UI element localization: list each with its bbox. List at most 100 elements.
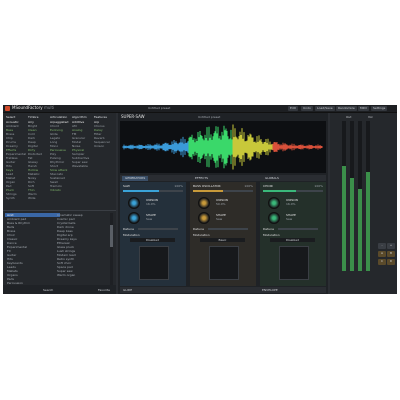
preset-browser: Select Timbre Articulation Algorithm Fea… xyxy=(3,113,116,294)
logo-icon xyxy=(5,106,10,111)
modulation-label: Modulation xyxy=(193,233,210,237)
favorite-button[interactable]: Favorite xyxy=(98,288,110,292)
detune-label: Detune xyxy=(123,227,134,231)
modulation-dropdown[interactable]: Disabled xyxy=(130,238,175,242)
tab-generators[interactable]: GENERATORS xyxy=(122,176,149,181)
side-button[interactable]: D xyxy=(387,259,395,265)
generator-panel: SAW 100% UNISON 16.0% SHAPE Saw Detune Modulati… xyxy=(120,182,186,286)
generator-panel: CHOIR 100% UNISON 16.0% SHAPE Saw Detune Modula… xyxy=(260,182,326,286)
modulation-dropdown[interactable]: Basic xyxy=(200,238,245,242)
output-section: Out Vol - + A B C D xyxy=(330,113,397,294)
column-header[interactable]: Select xyxy=(6,115,15,119)
toolbar-edit-button[interactable]: Edit xyxy=(288,106,298,111)
out-label: Out xyxy=(346,115,352,119)
instrument-title: SUPER-SAW xyxy=(121,114,145,119)
browser-divider xyxy=(3,210,116,211)
level-slider[interactable] xyxy=(123,190,183,192)
side-button[interactable]: A xyxy=(378,251,386,257)
filter-column-timbre: Airy Bright Clean Cold Dark Deep Digital Dirty D… xyxy=(28,120,50,200)
detune-label: Detune xyxy=(263,227,274,231)
scrollbar-thumb[interactable] xyxy=(110,225,113,247)
detune-slider[interactable] xyxy=(138,228,178,230)
panel-level: 100% xyxy=(244,184,253,188)
column-header[interactable]: Timbre xyxy=(28,115,38,119)
slider-fill xyxy=(193,190,223,192)
filter-column-select: Acoustic Ambient Bass Brass Chip Drums Dreamy E… xyxy=(6,120,28,200)
level-meter xyxy=(366,121,370,271)
app-brand: MSoundFactory multi xyxy=(12,106,54,110)
knob[interactable] xyxy=(268,197,280,209)
knob-value: Saw xyxy=(286,217,293,221)
knob[interactable] xyxy=(198,212,210,224)
panel-title: CHOIR xyxy=(263,184,273,188)
envelope-label[interactable]: ENVELOPE xyxy=(262,288,278,292)
side-button[interactable]: C xyxy=(378,259,386,265)
filter-column-features: Arp Chorus Delay Filter Reverb Sequencer Uniso… xyxy=(94,120,116,148)
top-toolbar: MSoundFactory multi Untitled preset Edit… xyxy=(3,105,397,113)
toolbar-undo-button[interactable]: Undo xyxy=(301,106,313,111)
app-window: MSoundFactory multi Untitled preset Edit… xyxy=(3,105,397,294)
filter-item[interactable]: Synth xyxy=(6,196,28,200)
detune-slider[interactable] xyxy=(208,228,248,230)
vol-label: Vol xyxy=(368,115,373,119)
knob[interactable] xyxy=(268,212,280,224)
generator-panel: BASS OSCILLATOR 100% UNISON 50.0% SHAPE Saw De… xyxy=(190,182,256,286)
panel-title: SAW xyxy=(123,184,130,188)
tab-globals[interactable]: GLOBALS xyxy=(262,176,282,181)
instrument-subtitle: Untitled preset xyxy=(198,115,221,119)
filter-column-articulation: Arpeggiated Chord Evolving Glide Legato Long M… xyxy=(50,120,72,192)
level-slider[interactable] xyxy=(263,190,323,192)
detune-slider[interactable] xyxy=(278,228,318,230)
knob-value: 16.0% xyxy=(286,202,296,206)
detune-label: Detune xyxy=(193,227,204,231)
side-button[interactable]: B xyxy=(387,251,395,257)
meter-level xyxy=(358,188,362,271)
knob-value: Saw xyxy=(216,217,223,221)
knob-value: 16.0% xyxy=(146,202,156,206)
meter-level xyxy=(366,172,370,271)
envelope-preview xyxy=(209,246,239,280)
preset-title[interactable]: Untitled preset xyxy=(148,106,170,111)
knob-value: 50.0% xyxy=(216,202,226,206)
slider-fill xyxy=(123,190,159,192)
modulation-label: Modulation xyxy=(123,233,140,237)
envelope-preview xyxy=(139,246,169,280)
toolbar-save-button[interactable]: Load/Save xyxy=(315,106,335,111)
level-meter xyxy=(358,121,362,271)
filter-item[interactable]: Wide xyxy=(28,196,50,200)
synth-editor: SUPER-SAW Untitled preset GENERATORS EFF… xyxy=(118,113,328,294)
panel-level: 100% xyxy=(314,184,323,188)
filter-item[interactable]: Wavetable xyxy=(72,164,94,168)
editor-footer: GLIDE ENVELOPE xyxy=(120,287,326,293)
brand-sub: multi xyxy=(43,105,55,110)
side-button[interactable]: + xyxy=(387,243,395,249)
preset-scrollbar[interactable] xyxy=(110,213,113,288)
browser-footer: Search Favorite xyxy=(3,285,116,294)
preset-list: Cinematic sweep Cosmic pad Crystal bells Da… xyxy=(55,213,110,277)
side-button[interactable]: - xyxy=(378,243,386,249)
filter-item[interactable]: Unison xyxy=(94,144,116,148)
toolbar-settings-button[interactable]: Settings xyxy=(371,106,388,111)
level-slider[interactable] xyxy=(193,190,253,192)
panel-level: 100% xyxy=(174,184,183,188)
meter-level xyxy=(350,178,354,271)
column-header[interactable]: Articulation xyxy=(50,115,67,119)
filter-column-algorithm: Additive AM Analog FM Granular Modal Noise Phys… xyxy=(72,120,94,168)
toolbar-midi-button[interactable]: MIDI xyxy=(358,106,369,111)
knob-value: Saw xyxy=(146,217,153,221)
column-header[interactable]: Features xyxy=(94,115,107,119)
column-header[interactable]: Algorithm xyxy=(72,115,87,119)
modulation-dropdown[interactable]: Disabled xyxy=(270,238,315,242)
modulation-label: Modulation xyxy=(263,233,280,237)
meter-level xyxy=(342,166,346,271)
knob[interactable] xyxy=(128,197,140,209)
search-button[interactable]: Search xyxy=(43,288,53,292)
level-meter xyxy=(350,121,354,271)
glide-label[interactable]: GLIDE xyxy=(123,288,132,292)
knob[interactable] xyxy=(198,197,210,209)
filter-item[interactable]: Vibrato xyxy=(50,188,72,192)
list-item[interactable]: Warm organ xyxy=(55,273,110,277)
toolbar-randomize-button[interactable]: Randomize xyxy=(336,106,357,111)
knob[interactable] xyxy=(128,212,140,224)
tab-effects[interactable]: EFFECTS xyxy=(192,176,211,181)
